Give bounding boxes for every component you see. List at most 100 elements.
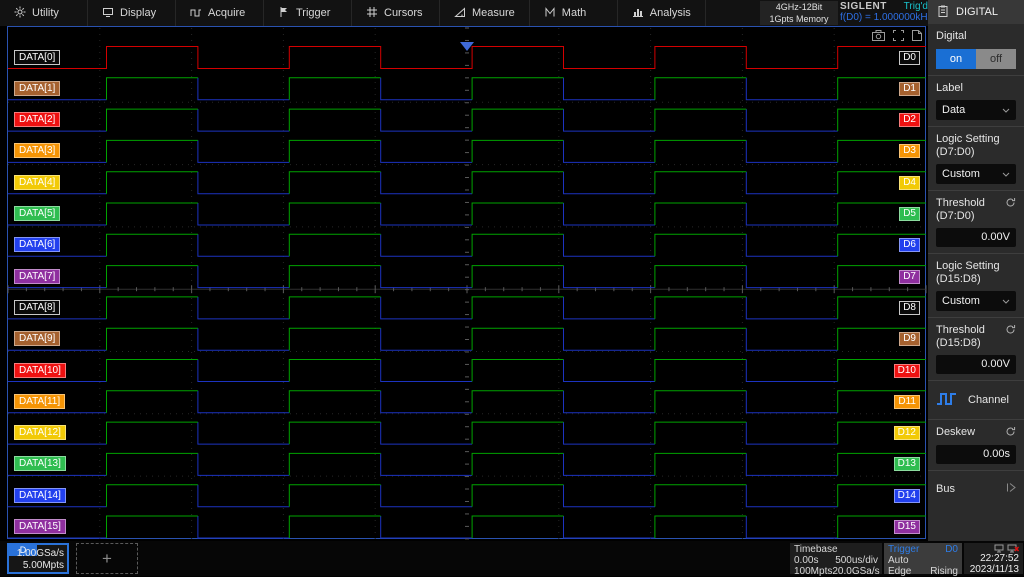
channel-label-d9[interactable]: DATA[9] [14, 331, 60, 346]
waveform-low-d11 [8, 391, 838, 413]
waveform-low-d1 [8, 78, 838, 100]
waveform-high-d1 [107, 78, 927, 100]
datetime-box[interactable]: 22:27:52 2023/11/13 [964, 543, 1023, 574]
waveform-low-d5 [8, 203, 838, 225]
channel-label-d6[interactable]: DATA[6] [14, 237, 60, 252]
label-dropdown-value: Data [942, 104, 965, 116]
logic-setting-high-section: Logic Setting (D15:D8) Custom [928, 254, 1024, 318]
channel-label-d3[interactable]: DATA[3] [14, 143, 60, 158]
menu-trigger-label: Trigger [296, 7, 330, 19]
channel-label-d10[interactable]: DATA[10] [14, 363, 66, 378]
timebase-descriptor[interactable]: Timebase 0.00s 500us/div 100Mpts 20.0GSa… [790, 543, 882, 574]
memory-depth-value: 5.00Mpts [17, 560, 64, 572]
channel-label-d2[interactable]: DATA[2] [14, 112, 60, 127]
channel-badge-d14[interactable]: D14 [894, 489, 920, 503]
menu-measure[interactable]: Measure [440, 0, 530, 26]
threshold-high-input[interactable]: 0.00V [936, 355, 1016, 374]
menu-acquire-label: Acquire [208, 7, 245, 19]
menu-analysis[interactable]: Analysis [618, 0, 706, 26]
brand-logo: SIGLENT [840, 1, 887, 12]
channel-badge-d15[interactable]: D15 [894, 520, 920, 534]
trigger-descriptor[interactable]: Trigger D0 Auto Edge Rising [884, 543, 962, 574]
channel-badge-d5[interactable]: D5 [899, 207, 920, 221]
waveform-low-d15 [8, 516, 838, 538]
channel-badge-d9[interactable]: D9 [899, 332, 920, 346]
channel-label-d12[interactable]: DATA[12] [14, 425, 66, 440]
channel-label-d0[interactable]: DATA[0] [14, 50, 60, 65]
channel-badge-d11[interactable]: D11 [894, 395, 920, 409]
menu-display-label: Display [120, 7, 156, 19]
digital-on-button[interactable]: on [936, 49, 976, 69]
page-flip-icon[interactable] [912, 28, 922, 46]
bus-label: Bus [936, 483, 955, 495]
digital-onoff-toggle: on off [936, 49, 1016, 69]
channel-label-d4[interactable]: DATA[4] [14, 175, 60, 190]
channel-label-d8[interactable]: DATA[8] [14, 300, 60, 315]
fullscreen-icon[interactable] [893, 28, 904, 46]
label-dropdown[interactable]: Data [936, 100, 1016, 120]
channel-badge-d4[interactable]: D4 [899, 176, 920, 190]
waveform-high-d12 [107, 422, 927, 444]
waveform-high-d15 [107, 516, 927, 538]
menu-cursors[interactable]: Cursors [352, 0, 440, 26]
channel-badge-d13[interactable]: D13 [894, 457, 920, 471]
digital-channel-descriptor[interactable]: D 1.00GSa/s 5.00Mpts [7, 543, 69, 574]
channel-label-d13[interactable]: DATA[13] [14, 456, 66, 471]
channel-label-d5[interactable]: DATA[5] [14, 206, 60, 221]
menu-display[interactable]: Display [88, 0, 176, 26]
camera-icon[interactable] [872, 28, 885, 46]
bottom-status-bar: D 1.00GSa/s 5.00Mpts + Timebase 0.00s 50… [0, 541, 1024, 576]
trigger-status-badge: Trig'd [904, 1, 928, 12]
channel-label-d15[interactable]: DATA[15] [14, 519, 66, 534]
reset-icon[interactable] [1005, 197, 1016, 211]
waveform-low-d3 [8, 140, 838, 162]
waveform-display: DATA[0] D0 DATA[1] D1 DATA[2] D2 DATA[3] D3 DATA… [0, 26, 928, 541]
reset-icon[interactable] [1005, 426, 1016, 440]
waveform-low-d2 [8, 109, 838, 131]
channel-badge-d3[interactable]: D3 [899, 144, 920, 158]
memory-label: 1Gpts Memory [760, 13, 838, 25]
digital-label: Digital [936, 30, 1016, 43]
channel-label-d14[interactable]: DATA[14] [14, 488, 66, 503]
waveform-high-d9 [107, 328, 927, 350]
channel-label-d11[interactable]: DATA[11] [14, 394, 65, 409]
channel-badge-d10[interactable]: D10 [894, 364, 920, 378]
menu-cursors-label: Cursors [384, 7, 423, 19]
menu-utility[interactable]: Utility [0, 0, 88, 26]
channel-badge-d1[interactable]: D1 [899, 82, 920, 96]
add-channel-button[interactable]: + [76, 543, 138, 574]
threshold-low-section: Threshold (D7:D0) 0.00V [928, 191, 1024, 254]
bus-button[interactable]: Bus [928, 471, 1024, 509]
menu-acquire[interactable]: Acquire [176, 0, 264, 26]
deskew-label: Deskew [936, 426, 975, 439]
waveform-high-d4 [107, 172, 927, 194]
channel-badge-d0[interactable]: D0 [899, 51, 920, 65]
channel-label-d7[interactable]: DATA[7] [14, 269, 60, 284]
waveform-low-d4 [8, 172, 838, 194]
menu-measure-label: Measure [472, 7, 515, 19]
ruler-icon [454, 6, 466, 21]
channel-badge-d7[interactable]: D7 [899, 270, 920, 284]
label-section: Label Data [928, 76, 1024, 127]
channel-badge-d6[interactable]: D6 [899, 238, 920, 252]
scope-spec-box: 4GHz-12Bit 1Gpts Memory [760, 1, 838, 25]
deskew-input[interactable]: 0.00s [936, 445, 1016, 464]
channel-badge-d2[interactable]: D2 [899, 113, 920, 127]
menu-trigger[interactable]: Trigger [264, 0, 352, 26]
cursors-icon [366, 6, 378, 21]
logic-low-range: (D7:D0) [936, 146, 1016, 159]
digital-waveforms-svg [0, 26, 928, 541]
waveform-low-d13 [8, 453, 838, 475]
threshold-high-range: (D15:D8) [936, 337, 985, 350]
channel-label-d1[interactable]: DATA[1] [14, 81, 60, 96]
channel-badge-d8[interactable]: D8 [899, 301, 920, 315]
logic-low-dropdown[interactable]: Custom [936, 164, 1016, 184]
reset-icon[interactable] [1005, 324, 1016, 338]
digital-off-button[interactable]: off [976, 49, 1016, 69]
menu-math[interactable]: Math [530, 0, 618, 26]
threshold-low-input[interactable]: 0.00V [936, 228, 1016, 247]
channel-badge-d12[interactable]: D12 [894, 426, 920, 440]
channel-select-button[interactable]: Channel [928, 381, 1024, 420]
logic-high-dropdown[interactable]: Custom [936, 291, 1016, 311]
chevron-right-icon [1006, 483, 1016, 495]
